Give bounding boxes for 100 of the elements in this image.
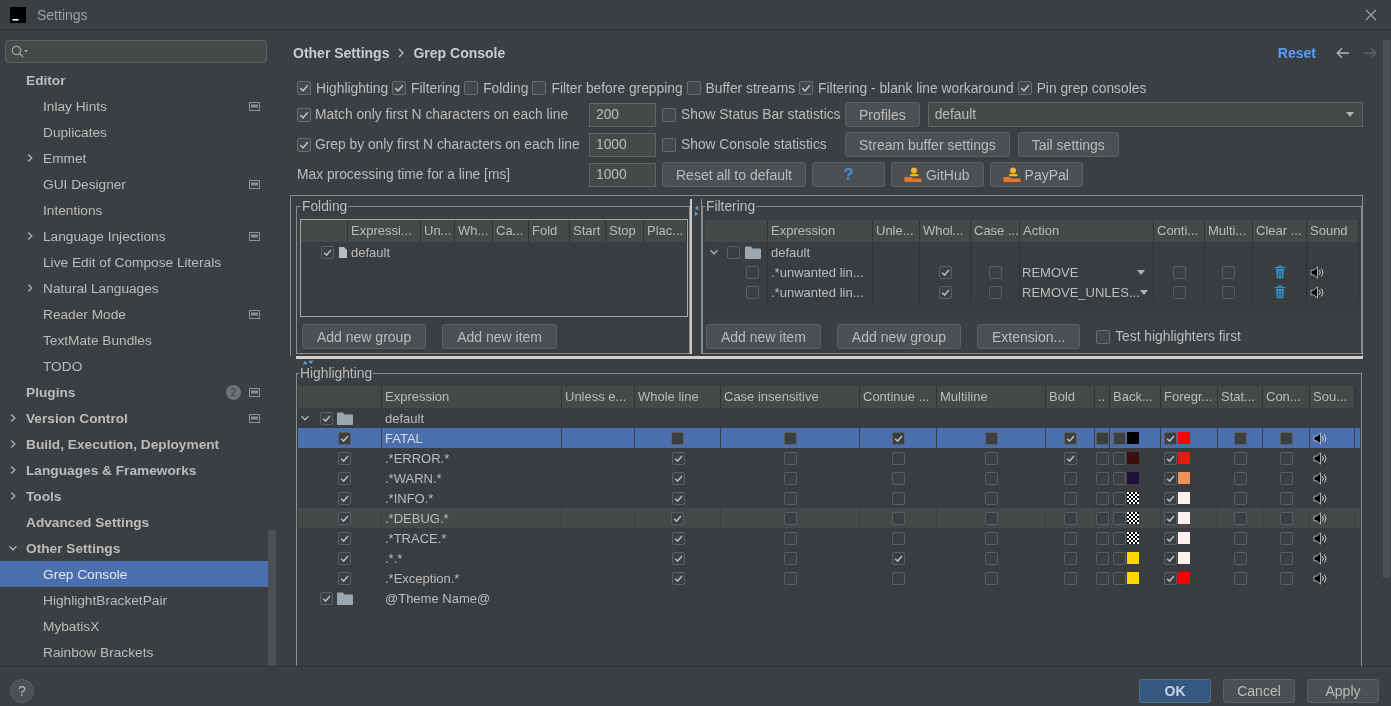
sidebar-item[interactable]: Live Edit of Compose Literals [0, 249, 268, 275]
checkbox[interactable] [799, 81, 814, 95]
checkbox[interactable] [671, 431, 684, 445]
checkbox[interactable] [1234, 471, 1247, 485]
checkbox[interactable] [985, 471, 998, 485]
sidebar-item[interactable]: Build, Execution, Deployment [0, 431, 268, 457]
color-swatch[interactable] [1178, 552, 1190, 564]
panel-button[interactable]: Add new group [836, 324, 961, 349]
checkbox[interactable] [297, 81, 311, 95]
chevron-icon[interactable] [8, 491, 18, 501]
checkbox[interactable] [662, 137, 676, 152]
checkbox[interactable] [1222, 265, 1235, 279]
color-swatch[interactable] [1178, 492, 1190, 504]
checkbox[interactable] [1095, 431, 1109, 445]
trash-icon[interactable] [1273, 285, 1286, 299]
sidebar-item[interactable]: Duplicates [0, 119, 268, 145]
checkbox[interactable] [892, 471, 905, 485]
color-swatch[interactable] [1178, 532, 1190, 544]
checkbox[interactable] [1096, 329, 1111, 344]
checkbox[interactable] [321, 245, 334, 259]
column-header[interactable]: Unle... [873, 220, 920, 242]
checkbox[interactable] [1280, 491, 1293, 505]
checkbox[interactable] [1113, 531, 1126, 545]
sidebar-item[interactable]: Other Settings [0, 535, 268, 561]
action-button[interactable]: Reset all to default [662, 162, 806, 187]
checkbox[interactable] [891, 431, 905, 445]
action-button[interactable]: PayPal [989, 162, 1083, 187]
checkbox[interactable] [783, 431, 797, 445]
checkbox[interactable] [985, 451, 998, 465]
chevron-icon[interactable] [8, 413, 18, 423]
checkbox[interactable] [746, 265, 759, 279]
checkbox[interactable] [1096, 471, 1109, 485]
sidebar-item[interactable]: Advanced Settings [0, 509, 268, 535]
checkbox[interactable] [1279, 511, 1293, 525]
checkbox[interactable] [1017, 81, 1032, 95]
checkbox[interactable] [1113, 431, 1126, 445]
checkbox[interactable] [1164, 551, 1177, 565]
column-header[interactable]: Un... [421, 220, 455, 242]
trash-icon[interactable] [1273, 265, 1286, 279]
color-swatch[interactable] [1127, 432, 1139, 444]
color-swatch[interactable] [1127, 452, 1139, 464]
column-header[interactable]: Unless e... [562, 386, 635, 408]
chevron-icon[interactable] [8, 439, 18, 449]
sidebar-item[interactable]: Tools [0, 483, 268, 509]
checkbox[interactable] [783, 511, 797, 525]
panel-button[interactable]: Add new item [442, 324, 557, 349]
checkbox[interactable] [338, 511, 351, 525]
speaker-icon[interactable] [1313, 491, 1328, 505]
checkbox[interactable] [985, 571, 998, 585]
chevron-icon[interactable] [709, 247, 719, 257]
checkbox-label[interactable]: Buffer streams [705, 80, 796, 96]
speaker-icon[interactable] [1310, 285, 1325, 299]
checkbox[interactable] [892, 571, 905, 585]
checkbox[interactable] [671, 511, 684, 525]
checkbox[interactable] [532, 81, 547, 95]
chevron-icon[interactable] [25, 283, 35, 293]
checkbox-label[interactable]: Grep by only first N characters on each line [315, 137, 580, 152]
checkbox-label[interactable]: Match only first N characters on each line [315, 107, 569, 122]
speaker-icon[interactable] [1313, 431, 1328, 445]
checkbox[interactable] [784, 551, 797, 565]
checkbox[interactable] [1064, 551, 1077, 565]
checkbox[interactable] [985, 491, 998, 505]
settings-button[interactable]: Tail settings [1017, 132, 1119, 157]
checkbox[interactable] [338, 431, 351, 445]
color-swatch[interactable] [1178, 432, 1190, 444]
checkbox[interactable] [985, 551, 998, 565]
profiles-button[interactable]: Profiles [845, 102, 920, 127]
checkbox[interactable] [1096, 571, 1109, 585]
checkbox[interactable] [320, 591, 333, 605]
checkbox[interactable] [1095, 511, 1109, 525]
checkbox[interactable] [784, 531, 797, 545]
chevron-icon[interactable] [8, 465, 18, 475]
checkbox[interactable] [1280, 531, 1293, 545]
checkbox[interactable] [1063, 431, 1077, 445]
chevron-icon[interactable] [300, 413, 310, 423]
panel-button[interactable]: Add new group [302, 324, 427, 349]
panel-button[interactable]: Extension... [977, 324, 1081, 349]
checkbox[interactable] [891, 511, 905, 525]
column-header[interactable]: Case insensitive [721, 386, 860, 408]
column-header[interactable]: .. [1095, 386, 1110, 408]
checkbox[interactable] [1064, 451, 1077, 465]
checkbox-label[interactable]: Filtering - blank line workaround [818, 80, 1014, 96]
sidebar-item[interactable]: MybatisX [0, 613, 268, 639]
sidebar-item[interactable]: Languages & Frameworks [0, 457, 268, 483]
search-icon[interactable] [11, 45, 29, 58]
checkbox[interactable] [984, 431, 998, 445]
checkbox[interactable] [338, 491, 351, 505]
checkbox[interactable] [1280, 571, 1293, 585]
checkbox[interactable] [938, 265, 952, 279]
column-header[interactable]: Whole line [635, 386, 721, 408]
sidebar-item[interactable]: Editor [0, 67, 268, 93]
checkbox-label[interactable]: Folding [483, 80, 529, 96]
checkerboard-swatch[interactable] [1127, 512, 1139, 524]
checkbox[interactable] [892, 451, 905, 465]
breadcrumb-item[interactable]: Other Settings [293, 45, 390, 61]
checkbox[interactable] [1164, 491, 1177, 505]
checkbox[interactable] [297, 137, 311, 152]
table-row[interactable]: .*DEBUG.* [298, 508, 1360, 528]
column-header[interactable]: Sound [1307, 220, 1359, 242]
checkbox[interactable] [1234, 451, 1247, 465]
